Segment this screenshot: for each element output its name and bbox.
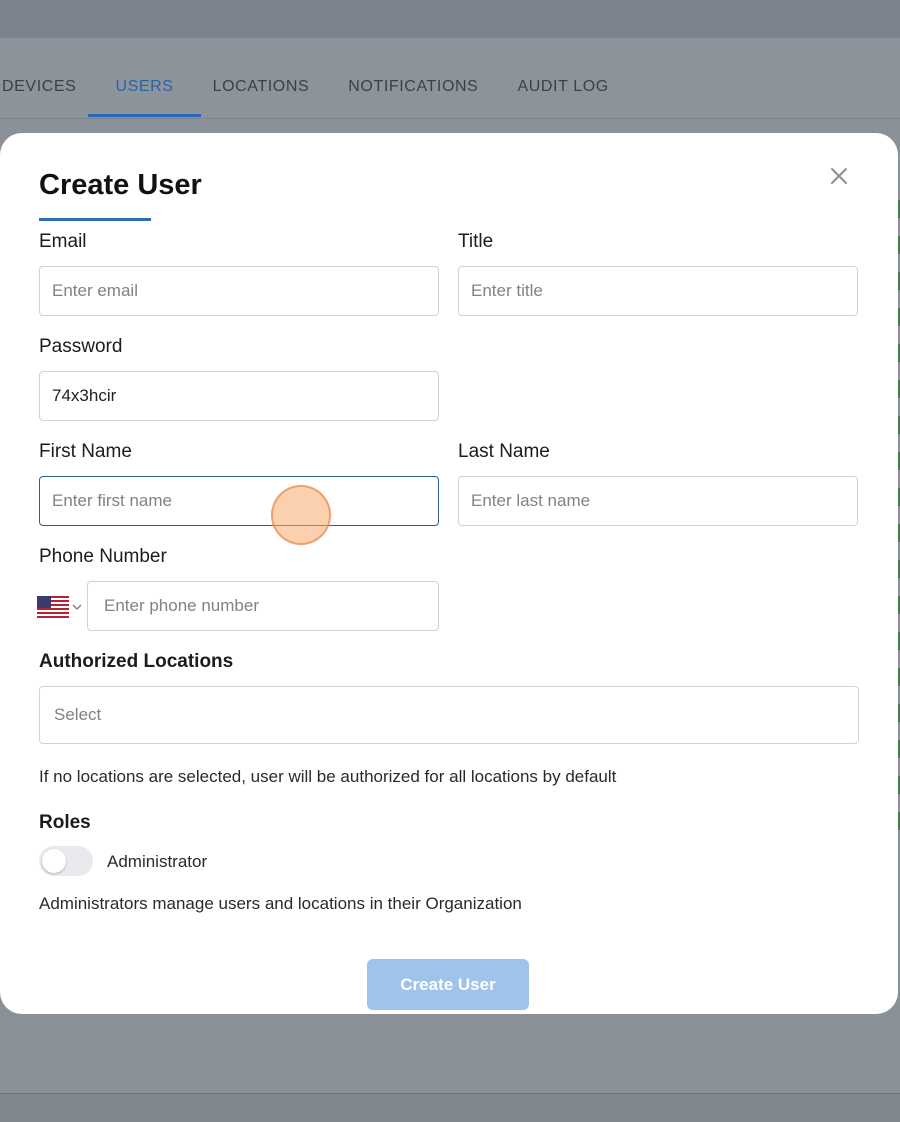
tab-notifications[interactable]: NOTIFICATIONS xyxy=(348,38,478,118)
last-name-input[interactable] xyxy=(458,476,858,526)
first-name-label: First Name xyxy=(39,441,132,462)
nav-tabs: DEVICES USERS LOCATIONS NOTIFICATIONS AU… xyxy=(0,38,648,118)
us-flag-icon xyxy=(37,596,69,618)
create-user-modal: Create User Email Title Password First N… xyxy=(0,133,898,1014)
phone-input[interactable] xyxy=(87,581,439,631)
title-underline xyxy=(39,218,151,221)
email-label: Email xyxy=(39,231,87,252)
tab-devices[interactable]: DEVICES xyxy=(2,38,76,118)
phone-label: Phone Number xyxy=(39,546,167,567)
top-bar xyxy=(0,0,900,38)
first-name-input[interactable] xyxy=(39,476,439,526)
roles-hint: Administrators manage users and location… xyxy=(39,894,522,913)
last-name-label: Last Name xyxy=(458,441,550,462)
locations-hint: If no locations are selected, user will … xyxy=(39,767,617,786)
tab-users[interactable]: USERS xyxy=(88,38,201,118)
administrator-toggle[interactable] xyxy=(39,846,93,876)
modal-title: Create User xyxy=(39,169,202,201)
close-icon[interactable] xyxy=(826,163,852,189)
tab-locations[interactable]: LOCATIONS xyxy=(213,38,310,118)
locations-select[interactable]: Select xyxy=(39,686,859,744)
password-label: Password xyxy=(39,336,123,357)
email-input[interactable] xyxy=(39,266,439,316)
administrator-label: Administrator xyxy=(107,852,208,871)
create-user-button[interactable]: Create User xyxy=(367,959,529,1010)
authorized-locations-label: Authorized Locations xyxy=(39,651,234,672)
country-selector[interactable] xyxy=(37,595,83,619)
password-input[interactable] xyxy=(39,371,439,421)
title-label: Title xyxy=(458,231,494,252)
tab-audit-log[interactable]: AUDIT LOG xyxy=(517,38,608,118)
bottom-strip xyxy=(0,1093,900,1122)
roles-label: Roles xyxy=(39,812,91,833)
toggle-knob xyxy=(42,849,66,873)
title-input[interactable] xyxy=(458,266,858,316)
chevron-down-icon xyxy=(72,604,82,610)
